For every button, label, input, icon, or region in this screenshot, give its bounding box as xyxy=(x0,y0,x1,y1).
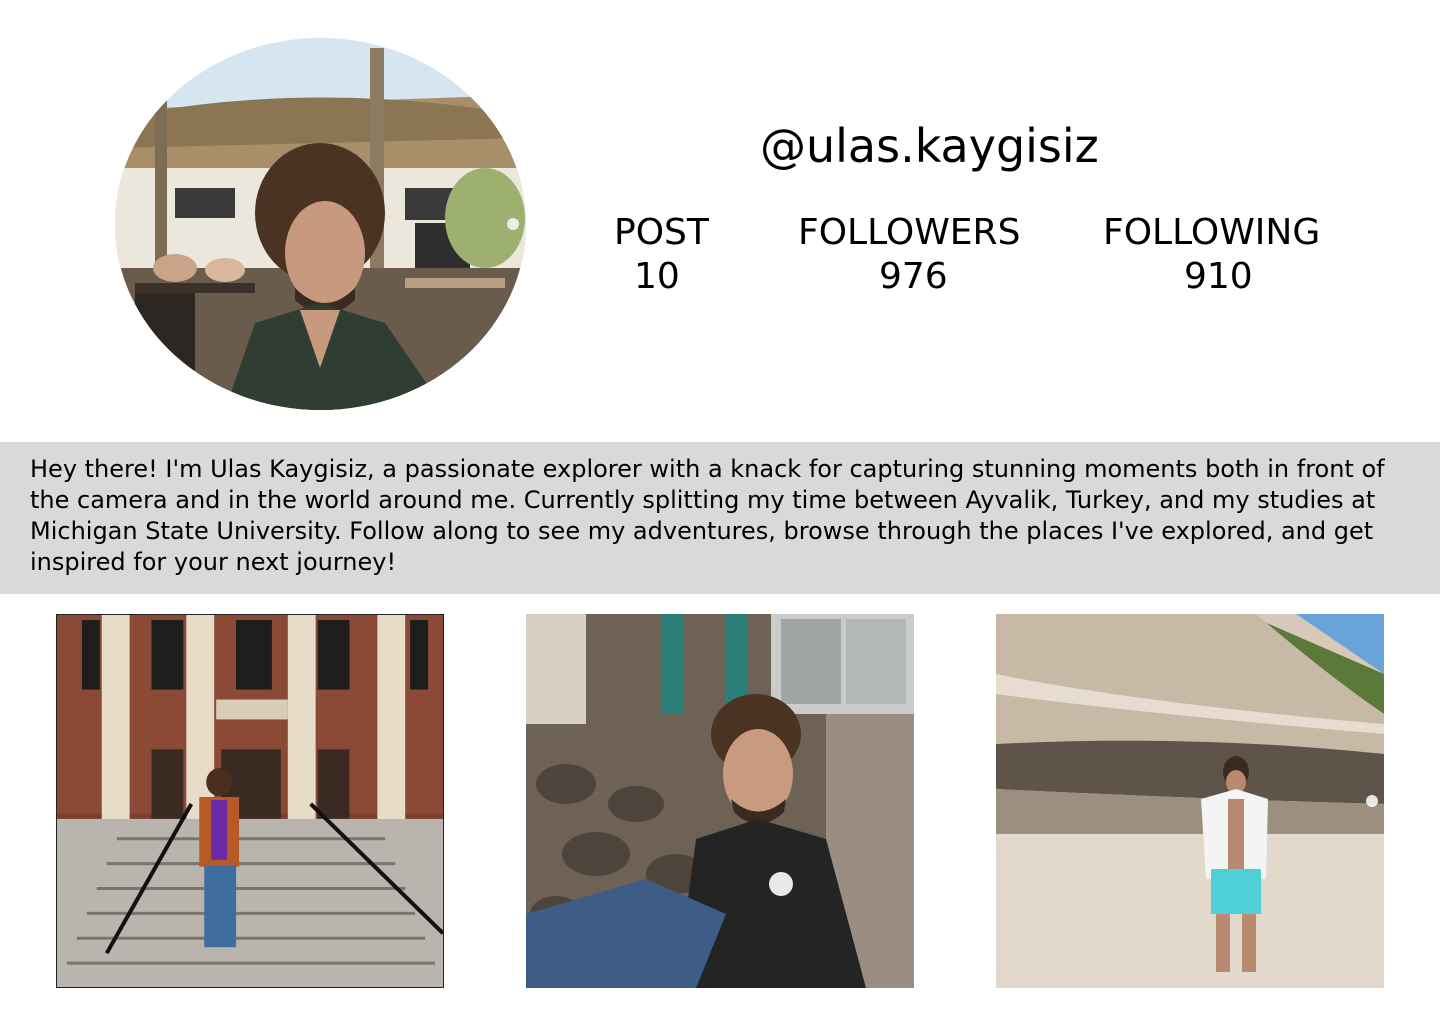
bio-panel: Hey there! I'm Ulas Kaygisiz, a passiona… xyxy=(0,442,1440,594)
post-thumbnail[interactable] xyxy=(56,614,444,988)
username: @ulas.kaygisiz xyxy=(760,119,1099,173)
stat-following[interactable]: FOLLOWING 910 xyxy=(1103,212,1320,298)
library-steps-photo xyxy=(57,615,443,987)
stone-wall-portrait-photo xyxy=(526,614,914,988)
post-thumbnail[interactable] xyxy=(526,614,914,988)
stat-following-value: 910 xyxy=(1184,256,1253,297)
stat-posts-value: 10 xyxy=(634,256,680,297)
beach-rock-photo xyxy=(996,614,1384,988)
profile-photo xyxy=(115,38,526,410)
bio-text: Hey there! I'm Ulas Kaygisiz, a passiona… xyxy=(30,455,1385,576)
stat-followers[interactable]: FOLLOWERS 976 xyxy=(798,212,1020,298)
profile-avatar[interactable] xyxy=(115,38,526,410)
stat-posts[interactable]: POST 10 xyxy=(614,212,709,298)
post-thumbnail[interactable] xyxy=(996,614,1384,988)
stat-following-label: FOLLOWING xyxy=(1103,212,1321,253)
stat-posts-label: POST xyxy=(614,212,709,253)
stat-followers-label: FOLLOWERS xyxy=(798,212,1021,253)
stat-followers-value: 976 xyxy=(879,256,948,297)
